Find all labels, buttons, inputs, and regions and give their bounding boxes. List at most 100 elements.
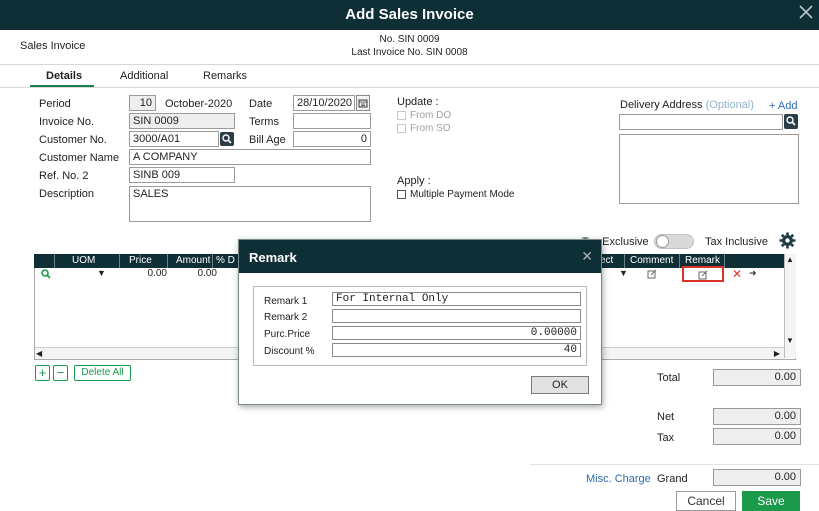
- comment-edit-icon[interactable]: [647, 269, 657, 282]
- scroll-down-icon[interactable]: ▼: [786, 336, 794, 345]
- delete-all-button[interactable]: Delete All: [74, 365, 131, 381]
- grid-vertical-scrollbar[interactable]: ▲ ▼: [784, 254, 796, 358]
- title-bar: Add Sales Invoice: [0, 0, 819, 30]
- total-label: Total: [657, 372, 681, 384]
- dialog-title-bar: Remark ✕: [239, 240, 601, 273]
- purc-price-label: Purc.Price: [264, 329, 311, 340]
- period-field[interactable]: 10: [129, 95, 156, 111]
- window-title: Add Sales Invoice: [345, 6, 474, 23]
- ref-no-label: Ref. No. 2: [39, 170, 89, 182]
- ok-button[interactable]: OK: [531, 376, 589, 394]
- terms-field[interactable]: [293, 113, 371, 129]
- scroll-left-icon[interactable]: ◀: [36, 349, 42, 358]
- scroll-up-icon[interactable]: ▲: [786, 255, 794, 264]
- net-label: Net: [657, 411, 675, 423]
- customer-no-field[interactable]: 3000/A01: [129, 131, 219, 147]
- remark-panel: Remark 1 For Internal Only Remark 2 Purc…: [253, 286, 587, 366]
- remark2-field[interactable]: [332, 309, 581, 323]
- customer-search-button[interactable]: [220, 132, 234, 146]
- scroll-right-icon[interactable]: ▶: [774, 349, 780, 358]
- calendar-icon[interactable]: [356, 95, 370, 111]
- remove-row-button[interactable]: −: [53, 365, 68, 381]
- add-delivery-address-link[interactable]: + Add: [769, 100, 797, 112]
- date-label: Date: [249, 98, 273, 110]
- misc-charge-link[interactable]: Misc. Charge: [586, 473, 651, 485]
- purc-price-field[interactable]: 0.00000: [332, 326, 581, 340]
- update-label: Update :: [397, 96, 439, 108]
- col-amount[interactable]: Amount: [176, 255, 210, 266]
- from-do-checkbox[interactable]: [397, 111, 406, 120]
- customer-name-field[interactable]: A COMPANY: [129, 149, 371, 165]
- uom-dropdown-icon[interactable]: ▼: [97, 268, 106, 278]
- remark1-field[interactable]: For Internal Only: [332, 292, 581, 306]
- ref-no-field[interactable]: SINB 009: [129, 167, 235, 183]
- remark-edit-icon: [698, 270, 708, 280]
- select-dropdown-icon[interactable]: ▼: [619, 268, 628, 278]
- col-discount[interactable]: % D: [216, 255, 235, 266]
- grand-total-field: 0.00: [713, 469, 801, 486]
- divider: [0, 87, 819, 88]
- tax-inclusive-toggle[interactable]: [654, 234, 694, 249]
- delivery-address-label: Delivery Address (Optional): [620, 99, 754, 111]
- tab-details[interactable]: Details: [46, 70, 82, 82]
- save-button[interactable]: Save: [742, 491, 800, 511]
- close-icon[interactable]: [799, 3, 817, 25]
- date-field[interactable]: 28/10/2020: [293, 95, 355, 111]
- remark1-label: Remark 1: [264, 296, 308, 307]
- from-so-label: From SO: [410, 123, 451, 134]
- col-uom[interactable]: UOM: [72, 255, 95, 266]
- delivery-address-textarea[interactable]: [619, 134, 799, 204]
- cancel-button[interactable]: Cancel: [676, 491, 736, 511]
- remark-dialog: Remark ✕ Remark 1 For Internal Only Rema…: [238, 239, 602, 405]
- col-select[interactable]: ect: [600, 255, 613, 266]
- last-invoice-number: Last Invoice No. SIN 0008: [351, 47, 468, 58]
- multiple-payment-checkbox[interactable]: [397, 190, 406, 199]
- delivery-address-text: Delivery Address: [620, 99, 703, 111]
- period-label: Period: [39, 98, 71, 110]
- tax-label: Tax: [657, 432, 675, 444]
- discount-field[interactable]: 40: [332, 343, 581, 357]
- row-arrow-icon[interactable]: ➜: [749, 268, 757, 279]
- period-month: October-2020: [165, 98, 233, 110]
- divider: [0, 64, 819, 65]
- delete-row-icon[interactable]: ✕: [732, 267, 742, 281]
- from-do-label: From DO: [410, 110, 452, 121]
- from-so-checkbox[interactable]: [397, 124, 406, 133]
- delivery-search-button[interactable]: [784, 114, 798, 129]
- customer-name-label: Customer Name: [39, 152, 120, 164]
- tax-inclusive-label: Tax Inclusive: [705, 236, 768, 248]
- col-remark[interactable]: Remark: [685, 255, 720, 266]
- net-field: 0.00: [713, 408, 801, 425]
- invoice-no-label: Invoice No.: [39, 116, 95, 128]
- gear-icon[interactable]: [779, 232, 796, 249]
- tax-field: 0.00: [713, 428, 801, 445]
- dialog-title: Remark: [249, 250, 297, 265]
- search-icon: [786, 116, 796, 126]
- discount-label: Discount %: [264, 346, 315, 357]
- col-comment[interactable]: Comment: [630, 255, 673, 266]
- bill-age-field[interactable]: 0: [293, 131, 371, 147]
- invoice-number: No. SIN 0009: [379, 34, 440, 45]
- terms-label: Terms: [249, 116, 279, 128]
- tab-remarks[interactable]: Remarks: [203, 70, 247, 82]
- tab-additional[interactable]: Additional: [120, 70, 168, 82]
- apply-label: Apply :: [397, 175, 431, 187]
- add-row-button[interactable]: +: [35, 365, 50, 381]
- remark-cell-highlight[interactable]: [682, 266, 724, 282]
- invoice-no-field[interactable]: SIN 0009: [129, 113, 235, 129]
- multiple-payment-label: Multiple Payment Mode: [410, 189, 515, 200]
- customer-no-label: Customer No.: [39, 134, 107, 146]
- total-field: 0.00: [713, 369, 801, 386]
- search-icon[interactable]: [41, 269, 51, 282]
- optional-hint: (Optional): [705, 99, 754, 111]
- col-price[interactable]: Price: [129, 255, 152, 266]
- grand-label: Grand: [657, 473, 688, 485]
- delivery-address-search-field[interactable]: [619, 114, 783, 130]
- close-icon[interactable]: ✕: [581, 248, 593, 265]
- description-label: Description: [39, 188, 95, 200]
- description-field[interactable]: SALES: [129, 186, 371, 222]
- price-cell[interactable]: 0.00: [135, 268, 167, 279]
- amount-cell[interactable]: 0.00: [185, 268, 217, 279]
- bill-age-label: Bill Age: [249, 134, 286, 146]
- search-icon: [222, 134, 232, 144]
